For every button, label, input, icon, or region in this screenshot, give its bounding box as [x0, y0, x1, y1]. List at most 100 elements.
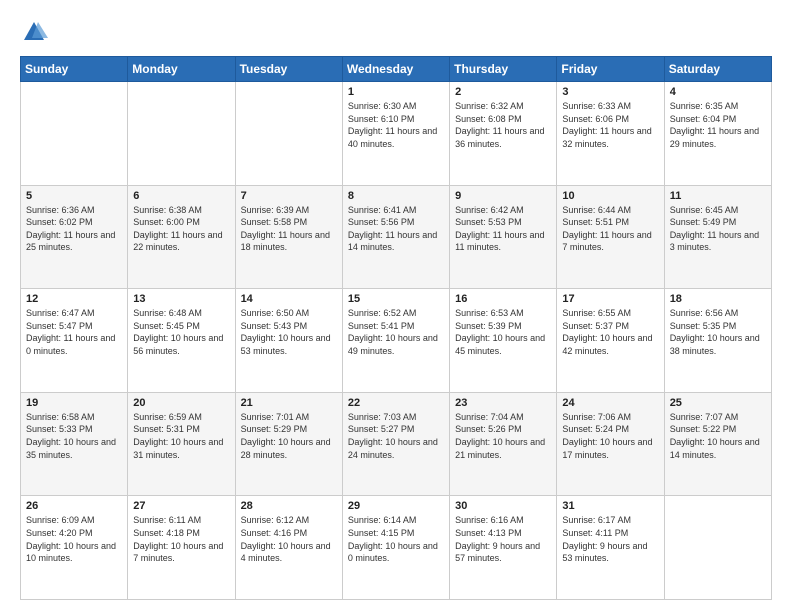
calendar-cell: 21 Sunrise: 7:01 AM Sunset: 5:29 PM Dayli… — [235, 392, 342, 496]
logo — [20, 18, 52, 46]
day-info: Sunrise: 6:53 AM Sunset: 5:39 PM Dayligh… — [455, 307, 551, 357]
calendar-cell: 25 Sunrise: 7:07 AM Sunset: 5:22 PM Dayli… — [664, 392, 771, 496]
day-number: 14 — [241, 293, 337, 305]
calendar-cell: 31 Sunrise: 6:17 AM Sunset: 4:11 PM Dayli… — [557, 496, 664, 600]
day-info: Sunrise: 7:04 AM Sunset: 5:26 PM Dayligh… — [455, 411, 551, 461]
calendar-cell: 10Sunrise: 6:44 AM Sunset: 5:51 PM Dayli… — [557, 185, 664, 289]
day-number: 17 — [562, 293, 658, 305]
calendar-cell: 22 Sunrise: 7:03 AM Sunset: 5:27 PM Dayli… — [342, 392, 449, 496]
day-info: Sunrise: 6:38 AM Sunset: 6:00 PM Dayligh… — [133, 204, 229, 254]
weekday-header: Thursday — [450, 57, 557, 82]
day-number: 1 — [348, 86, 444, 98]
day-number: 30 — [455, 500, 551, 512]
day-info: Sunrise: 6:30 AM Sunset: 6:10 PM Dayligh… — [348, 100, 444, 150]
day-number: 22 — [348, 397, 444, 409]
day-info: Sunrise: 6:42 AM Sunset: 5:53 PM Dayligh… — [455, 204, 551, 254]
day-number: 8 — [348, 190, 444, 202]
calendar-week-row: 19Sunrise: 6:58 AM Sunset: 5:33 PM Dayli… — [21, 392, 772, 496]
calendar-cell: 14 Sunrise: 6:50 AM Sunset: 5:43 PM Dayli… — [235, 289, 342, 393]
day-info: Sunrise: 6:56 AM Sunset: 5:35 PM Dayligh… — [670, 307, 766, 357]
weekday-header: Saturday — [664, 57, 771, 82]
day-number: 25 — [670, 397, 766, 409]
day-info: Sunrise: 6:55 AM Sunset: 5:37 PM Dayligh… — [562, 307, 658, 357]
day-info: Sunrise: 7:03 AM Sunset: 5:27 PM Dayligh… — [348, 411, 444, 461]
calendar-week-row: 1 Sunrise: 6:30 AM Sunset: 6:10 PM Daylig… — [21, 82, 772, 186]
day-number: 13 — [133, 293, 229, 305]
day-info: Sunrise: 6:45 AM Sunset: 5:49 PM Dayligh… — [670, 204, 766, 254]
day-info: Sunrise: 6:36 AM Sunset: 6:02 PM Dayligh… — [26, 204, 122, 254]
weekday-header: Sunday — [21, 57, 128, 82]
calendar-cell: 23 Sunrise: 7:04 AM Sunset: 5:26 PM Dayli… — [450, 392, 557, 496]
day-info: Sunrise: 6:09 AM Sunset: 4:20 PM Dayligh… — [26, 514, 122, 564]
calendar-cell: 20 Sunrise: 6:59 AM Sunset: 5:31 PM Dayli… — [128, 392, 235, 496]
day-info: Sunrise: 7:06 AM Sunset: 5:24 PM Dayligh… — [562, 411, 658, 461]
calendar-cell: 17 Sunrise: 6:55 AM Sunset: 5:37 PM Dayli… — [557, 289, 664, 393]
calendar-cell: 26 Sunrise: 6:09 AM Sunset: 4:20 PM Dayli… — [21, 496, 128, 600]
day-info: Sunrise: 6:48 AM Sunset: 5:45 PM Dayligh… — [133, 307, 229, 357]
page: SundayMondayTuesdayWednesdayThursdayFrid… — [0, 0, 792, 612]
day-number: 15 — [348, 293, 444, 305]
weekday-header: Friday — [557, 57, 664, 82]
header — [20, 18, 772, 46]
calendar-cell: 24 Sunrise: 7:06 AM Sunset: 5:24 PM Dayli… — [557, 392, 664, 496]
calendar-cell: 5 Sunrise: 6:36 AM Sunset: 6:02 PM Daylig… — [21, 185, 128, 289]
calendar-cell: 27 Sunrise: 6:11 AM Sunset: 4:18 PM Dayli… — [128, 496, 235, 600]
day-number: 26 — [26, 500, 122, 512]
calendar-cell: 13 Sunrise: 6:48 AM Sunset: 5:45 PM Dayli… — [128, 289, 235, 393]
weekday-header: Tuesday — [235, 57, 342, 82]
day-info: Sunrise: 6:44 AM Sunset: 5:51 PM Dayligh… — [562, 204, 658, 254]
day-info: Sunrise: 6:17 AM Sunset: 4:11 PM Dayligh… — [562, 514, 658, 564]
calendar-cell — [21, 82, 128, 186]
day-number: 7 — [241, 190, 337, 202]
day-info: Sunrise: 6:32 AM Sunset: 6:08 PM Dayligh… — [455, 100, 551, 150]
day-number: 4 — [670, 86, 766, 98]
day-info: Sunrise: 6:41 AM Sunset: 5:56 PM Dayligh… — [348, 204, 444, 254]
calendar-week-row: 26 Sunrise: 6:09 AM Sunset: 4:20 PM Dayli… — [21, 496, 772, 600]
day-number: 12 — [26, 293, 122, 305]
day-info: Sunrise: 6:14 AM Sunset: 4:15 PM Dayligh… — [348, 514, 444, 564]
day-number: 9 — [455, 190, 551, 202]
day-info: Sunrise: 6:47 AM Sunset: 5:47 PM Dayligh… — [26, 307, 122, 357]
calendar-cell: 18 Sunrise: 6:56 AM Sunset: 5:35 PM Dayli… — [664, 289, 771, 393]
day-number: 28 — [241, 500, 337, 512]
day-number: 2 — [455, 86, 551, 98]
calendar-cell: 19Sunrise: 6:58 AM Sunset: 5:33 PM Dayli… — [21, 392, 128, 496]
day-number: 24 — [562, 397, 658, 409]
day-info: Sunrise: 6:12 AM Sunset: 4:16 PM Dayligh… — [241, 514, 337, 564]
day-number: 20 — [133, 397, 229, 409]
day-number: 5 — [26, 190, 122, 202]
day-info: Sunrise: 6:33 AM Sunset: 6:06 PM Dayligh… — [562, 100, 658, 150]
day-number: 31 — [562, 500, 658, 512]
day-info: Sunrise: 6:52 AM Sunset: 5:41 PM Dayligh… — [348, 307, 444, 357]
calendar-cell: 7 Sunrise: 6:39 AM Sunset: 5:58 PM Daylig… — [235, 185, 342, 289]
day-number: 23 — [455, 397, 551, 409]
calendar-cell: 15 Sunrise: 6:52 AM Sunset: 5:41 PM Dayli… — [342, 289, 449, 393]
calendar-cell — [128, 82, 235, 186]
calendar-header-row: SundayMondayTuesdayWednesdayThursdayFrid… — [21, 57, 772, 82]
day-info: Sunrise: 7:07 AM Sunset: 5:22 PM Dayligh… — [670, 411, 766, 461]
day-number: 16 — [455, 293, 551, 305]
calendar-week-row: 5 Sunrise: 6:36 AM Sunset: 6:02 PM Daylig… — [21, 185, 772, 289]
day-info: Sunrise: 6:39 AM Sunset: 5:58 PM Dayligh… — [241, 204, 337, 254]
day-number: 3 — [562, 86, 658, 98]
calendar-cell: 30Sunrise: 6:16 AM Sunset: 4:13 PM Dayli… — [450, 496, 557, 600]
calendar-cell: 1 Sunrise: 6:30 AM Sunset: 6:10 PM Daylig… — [342, 82, 449, 186]
weekday-header: Monday — [128, 57, 235, 82]
day-number: 18 — [670, 293, 766, 305]
day-number: 27 — [133, 500, 229, 512]
day-number: 11 — [670, 190, 766, 202]
day-number: 21 — [241, 397, 337, 409]
calendar-cell — [235, 82, 342, 186]
day-number: 6 — [133, 190, 229, 202]
day-info: Sunrise: 6:35 AM Sunset: 6:04 PM Dayligh… — [670, 100, 766, 150]
day-info: Sunrise: 7:01 AM Sunset: 5:29 PM Dayligh… — [241, 411, 337, 461]
calendar-cell: 8 Sunrise: 6:41 AM Sunset: 5:56 PM Daylig… — [342, 185, 449, 289]
calendar-cell: 28 Sunrise: 6:12 AM Sunset: 4:16 PM Dayli… — [235, 496, 342, 600]
day-info: Sunrise: 6:11 AM Sunset: 4:18 PM Dayligh… — [133, 514, 229, 564]
calendar-cell: 16 Sunrise: 6:53 AM Sunset: 5:39 PM Dayli… — [450, 289, 557, 393]
day-info: Sunrise: 6:50 AM Sunset: 5:43 PM Dayligh… — [241, 307, 337, 357]
calendar-cell: 9 Sunrise: 6:42 AM Sunset: 5:53 PM Daylig… — [450, 185, 557, 289]
calendar-cell: 6 Sunrise: 6:38 AM Sunset: 6:00 PM Daylig… — [128, 185, 235, 289]
day-info: Sunrise: 6:59 AM Sunset: 5:31 PM Dayligh… — [133, 411, 229, 461]
calendar-cell: 4 Sunrise: 6:35 AM Sunset: 6:04 PM Daylig… — [664, 82, 771, 186]
